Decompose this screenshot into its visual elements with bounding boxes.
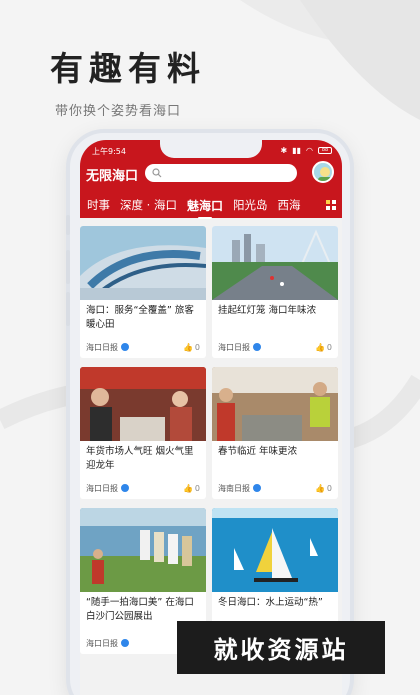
thumbs-up-icon: 👍	[314, 483, 325, 493]
verified-icon	[253, 484, 261, 492]
tab-meihaikou[interactable]: 魅海口	[182, 197, 228, 219]
news-source: 海口日报	[86, 483, 118, 493]
news-card[interactable]: 海口：服务“全覆盖” 旅客暖心田 海口日报 👍 0	[80, 226, 206, 358]
verified-icon	[121, 343, 129, 351]
news-card-image	[80, 226, 206, 300]
avatar-icon	[314, 163, 332, 181]
like-count-value: 0	[326, 483, 332, 493]
search-input[interactable]	[145, 164, 297, 182]
signal-icon: ▮▮	[292, 146, 302, 155]
grid-menu-icon[interactable]	[326, 200, 336, 210]
news-source: 海口日报	[218, 342, 250, 352]
thumbs-up-icon: 👍	[182, 483, 193, 493]
verified-icon	[121, 484, 129, 492]
phone-side-button	[66, 292, 70, 326]
news-card-image	[212, 226, 338, 300]
verified-icon	[253, 343, 261, 351]
news-card[interactable]: 春节临近 年味更浓 海南日报 👍 0	[212, 367, 338, 499]
tab-xihai[interactable]: 西海	[272, 197, 305, 213]
news-card-meta: 海口日报 👍 0	[86, 342, 200, 352]
like-count-value: 0	[194, 483, 200, 493]
watermark-banner: 就收资源站	[177, 621, 385, 674]
news-card-title: 挂起红灯笼 海口年味浓	[218, 305, 317, 316]
like-count[interactable]: 👍 0	[315, 343, 332, 352]
news-card-image	[80, 367, 206, 441]
news-source: 海口日报	[86, 342, 118, 352]
app-screen: 上午9:54 ✱ ▮▮ ◠ 88 无限海口 时事 深度 · 海口 魅海口 阳光岛…	[80, 140, 342, 695]
like-count[interactable]: 👍 0	[183, 484, 200, 493]
promo-headline: 有趣有料	[50, 49, 206, 88]
bluetooth-icon: ✱	[280, 146, 288, 155]
news-card-meta: 海南日报 👍 0	[218, 483, 332, 493]
avatar[interactable]	[312, 161, 334, 183]
phone-side-button	[66, 250, 70, 284]
news-card-title: 海口：服务“全覆盖” 旅客暖心田	[86, 305, 194, 330]
news-source: 海口日报	[86, 638, 118, 648]
status-time: 上午9:54	[92, 147, 126, 156]
phone-notch	[160, 140, 262, 158]
news-card-image	[80, 508, 206, 592]
thumbs-up-icon: 👍	[314, 342, 325, 352]
news-card-meta: 海口日报 👍 0	[86, 483, 200, 493]
news-card-image	[212, 508, 338, 592]
phone-side-button	[66, 215, 70, 235]
tab-shishi[interactable]: 时事	[82, 197, 115, 213]
app-title: 无限海口	[86, 169, 139, 184]
news-card[interactable]: 年货市场人气旺 烟火气里迎龙年 海口日报 👍 0	[80, 367, 206, 499]
news-card-title: 年货市场人气旺 烟火气里迎龙年	[86, 446, 194, 471]
battery-icon: 88	[318, 147, 332, 154]
like-count-value: 0	[326, 342, 332, 352]
tab-yangguangdao[interactable]: 阳光岛	[228, 197, 273, 213]
news-card[interactable]: 挂起红灯笼 海口年味浓 海口日报 👍 0	[212, 226, 338, 358]
status-icons: ✱ ▮▮ ◠ 88	[280, 146, 332, 155]
wifi-icon: ◠	[306, 146, 313, 155]
verified-icon	[121, 639, 129, 647]
promo-subline: 带你换个姿势看海口	[55, 104, 182, 119]
news-card-title: 春节临近 年味更浓	[218, 446, 298, 457]
news-card-image	[212, 367, 338, 441]
category-tabs: 时事 深度 · 海口 魅海口 阳光岛 西海	[82, 195, 342, 219]
news-card-meta: 海口日报 👍 0	[218, 342, 332, 352]
news-source: 海南日报	[218, 483, 250, 493]
thumbs-up-icon: 👍	[182, 342, 193, 352]
tab-shendu[interactable]: 深度 · 海口	[115, 197, 182, 213]
like-count-value: 0	[194, 342, 200, 352]
like-count[interactable]: 👍 0	[183, 343, 200, 352]
like-count[interactable]: 👍 0	[315, 484, 332, 493]
search-icon	[152, 168, 162, 178]
